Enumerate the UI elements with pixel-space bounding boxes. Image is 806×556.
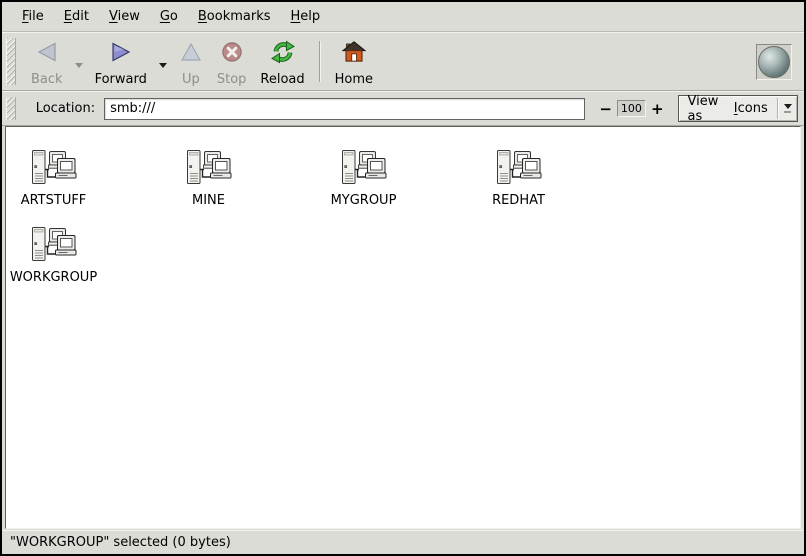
- arrow-up-icon: [179, 38, 203, 65]
- menu-go[interactable]: Go: [150, 4, 188, 29]
- zoom-out-button[interactable]: −: [594, 101, 617, 117]
- locationbar-drag-handle[interactable]: [6, 97, 16, 120]
- forward-button-label: Forward: [95, 72, 147, 87]
- network-workgroup-icon: [340, 149, 388, 189]
- status-bar: "WORKGROUP" selected (0 bytes): [2, 530, 804, 554]
- home-icon: [342, 38, 366, 65]
- menu-view-label: iew: [118, 9, 140, 24]
- menu-go-label: o: [170, 9, 178, 24]
- menu-view[interactable]: View: [99, 4, 150, 29]
- dropdown-dash: [784, 111, 791, 113]
- up-button[interactable]: Up: [172, 34, 210, 89]
- sphere-throbber-icon: [758, 46, 790, 78]
- chevron-down-icon: [75, 63, 83, 68]
- icon-row: ARTSTUFF MINE MYGROUP REDHAT: [5, 149, 596, 208]
- chevron-down-icon: [784, 104, 792, 109]
- arrow-left-icon: [35, 38, 59, 65]
- home-button-label: Home: [335, 72, 373, 87]
- view-as-label-pre: View as: [688, 94, 734, 124]
- icon-grid: ARTSTUFF MINE MYGROUP REDHAT W: [5, 149, 596, 285]
- throbber-frame: [756, 44, 792, 80]
- workgroup-item-label: MYGROUP: [331, 194, 397, 208]
- stop-icon: [221, 38, 243, 65]
- menu-go-mnemonic: G: [160, 9, 170, 24]
- workgroup-item-label: ARTSTUFF: [21, 194, 87, 208]
- view-as-label-rest: cons: [738, 101, 768, 116]
- menu-bookmarks-label: ookmarks: [207, 9, 271, 24]
- location-input[interactable]: [104, 98, 585, 120]
- workgroup-item[interactable]: MYGROUP: [286, 149, 441, 208]
- network-workgroup-icon: [185, 149, 233, 189]
- icon-view-canvas: ARTSTUFF MINE MYGROUP REDHAT W: [5, 126, 801, 529]
- menu-edit[interactable]: Edit: [54, 4, 99, 29]
- view-as-label: View as Icons: [679, 96, 777, 121]
- menu-help-mnemonic: H: [291, 9, 301, 24]
- chevron-down-icon: [159, 63, 167, 68]
- workgroup-item-label: WORKGROUP: [10, 271, 97, 285]
- menu-file-label: ile: [29, 9, 44, 24]
- zoom-level-indicator[interactable]: 100: [617, 100, 646, 117]
- home-button[interactable]: Home: [328, 34, 380, 89]
- toolbar-separator: [319, 41, 321, 82]
- menu-edit-label: dit: [72, 9, 89, 24]
- reload-button-label: Reload: [260, 72, 304, 87]
- status-text: "WORKGROUP" selected (0 bytes): [10, 535, 231, 550]
- file-manager-window: File Edit View Go Bookmarks Help Back Fo…: [0, 0, 806, 556]
- menu-help[interactable]: Help: [281, 4, 331, 29]
- network-workgroup-icon: [30, 149, 78, 189]
- stop-button[interactable]: Stop: [210, 34, 254, 89]
- location-label: Location:: [36, 101, 95, 116]
- zoom-in-button[interactable]: +: [646, 101, 669, 117]
- toolbar-drag-handle[interactable]: [6, 38, 16, 85]
- forward-button[interactable]: Forward: [88, 34, 154, 89]
- network-workgroup-icon: [495, 149, 543, 189]
- tool-bar: Back Forward Up Stop Reload Home: [2, 32, 804, 91]
- reload-button[interactable]: Reload: [253, 34, 311, 89]
- view-as-dropdown[interactable]: View as Icons: [678, 95, 798, 122]
- workgroup-item-label: REDHAT: [492, 194, 545, 208]
- menu-bookmarks[interactable]: Bookmarks: [188, 4, 281, 29]
- reload-icon: [271, 38, 295, 65]
- location-bar: Location: − 100 + View as Icons: [2, 91, 804, 126]
- workgroup-item[interactable]: ARTSTUFF: [5, 149, 131, 208]
- network-workgroup-icon: [30, 226, 78, 266]
- view-as-arrow-button[interactable]: [779, 96, 797, 121]
- workgroup-item[interactable]: WORKGROUP: [5, 226, 131, 285]
- back-button[interactable]: Back: [24, 34, 70, 89]
- forward-history-dropdown[interactable]: [154, 42, 172, 89]
- menu-file[interactable]: File: [12, 4, 54, 29]
- workgroup-item-label: MINE: [192, 194, 225, 208]
- workgroup-item[interactable]: REDHAT: [441, 149, 596, 208]
- menu-bookmarks-mnemonic: B: [198, 9, 207, 24]
- arrow-right-icon: [109, 38, 133, 65]
- menu-bar: File Edit View Go Bookmarks Help: [2, 2, 804, 32]
- menu-view-mnemonic: V: [109, 9, 118, 24]
- menu-help-label: elp: [300, 9, 320, 24]
- workgroup-item[interactable]: MINE: [131, 149, 286, 208]
- up-button-label: Up: [182, 72, 200, 87]
- back-button-label: Back: [31, 72, 63, 87]
- stop-button-label: Stop: [217, 72, 247, 87]
- icon-row: WORKGROUP: [5, 226, 596, 285]
- back-history-dropdown[interactable]: [70, 42, 88, 89]
- menu-edit-mnemonic: E: [64, 9, 72, 24]
